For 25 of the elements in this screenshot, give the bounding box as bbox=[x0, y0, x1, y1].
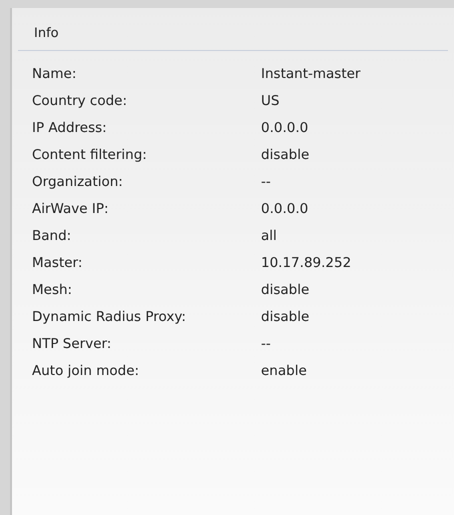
field-label: Content filtering: bbox=[32, 146, 148, 165]
field-label: Organization: bbox=[32, 173, 124, 192]
field-value: enable bbox=[261, 362, 308, 381]
field-label: Name: bbox=[32, 65, 78, 84]
field-label: Band: bbox=[32, 227, 72, 246]
field-label: Mesh: bbox=[32, 281, 74, 300]
field-value: 0.0.0.0 bbox=[261, 119, 310, 138]
panel-title: Info bbox=[34, 26, 59, 41]
field-value: disable bbox=[261, 146, 310, 165]
field-label: Auto join mode: bbox=[32, 362, 140, 381]
field-label: IP Address: bbox=[32, 119, 108, 138]
field-label: NTP Server: bbox=[32, 335, 112, 354]
field-value: Instant-master bbox=[261, 65, 362, 84]
field-value: disable bbox=[261, 281, 310, 300]
field-value: 0.0.0.0 bbox=[261, 200, 310, 219]
field-value: 10.17.89.252 bbox=[261, 254, 352, 273]
field-label: Country code: bbox=[32, 92, 128, 111]
field-label: AirWave IP: bbox=[32, 200, 110, 219]
field-value: all bbox=[261, 227, 278, 246]
field-label: Dynamic Radius Proxy: bbox=[32, 308, 187, 327]
field-value: US bbox=[261, 92, 280, 111]
field-label: Master: bbox=[32, 254, 84, 273]
field-value: -- bbox=[261, 173, 272, 192]
field-value: disable bbox=[261, 308, 310, 327]
field-value: -- bbox=[261, 335, 272, 354]
